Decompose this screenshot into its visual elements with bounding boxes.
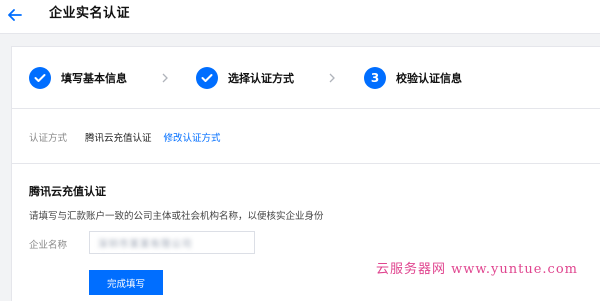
chevron-right-icon [329, 73, 335, 83]
auth-method-label: 认证方式 [29, 133, 68, 144]
step-3-label: 校验认证信息 [396, 72, 462, 85]
step-2: 选择认证方式 [196, 67, 294, 89]
watermark-text: 云服务器网 www.yuntue.com [375, 262, 578, 277]
page-title: 企业实名认证 [49, 6, 131, 21]
company-name-input[interactable]: 深圳市某某有限公司 [89, 231, 255, 254]
section-title: 腾讯云充值认证 [29, 185, 106, 198]
section-description: 请填写与汇款账户一致的公司主体或社会机构名称，以便核实企业身份 [29, 211, 324, 222]
step-3: 3 校验认证信息 [364, 67, 462, 89]
check-icon [29, 67, 51, 89]
complete-button[interactable]: 完成填写 [89, 270, 163, 295]
company-name-value: 深圳市某某有限公司 [98, 238, 193, 250]
company-name-label: 企业名称 [29, 240, 68, 251]
divider [12, 163, 600, 164]
chevron-right-icon [162, 73, 168, 83]
step-1: 填写基本信息 [29, 67, 127, 89]
auth-method-row: 认证方式 腾讯云充值认证 修改认证方式 [29, 129, 221, 145]
step-indicator: 填写基本信息 选择认证方式 3 校验认证信息 [12, 47, 600, 109]
top-bar: 企业实名认证 [0, 0, 600, 34]
check-icon [196, 67, 218, 89]
step-3-number: 3 [364, 67, 386, 89]
step-1-label: 填写基本信息 [61, 72, 127, 85]
arrow-left-icon[interactable] [6, 6, 24, 24]
step-2-label: 选择认证方式 [228, 72, 294, 85]
auth-method-value: 腾讯云充值认证 [85, 133, 152, 144]
change-method-link[interactable]: 修改认证方式 [164, 130, 221, 144]
